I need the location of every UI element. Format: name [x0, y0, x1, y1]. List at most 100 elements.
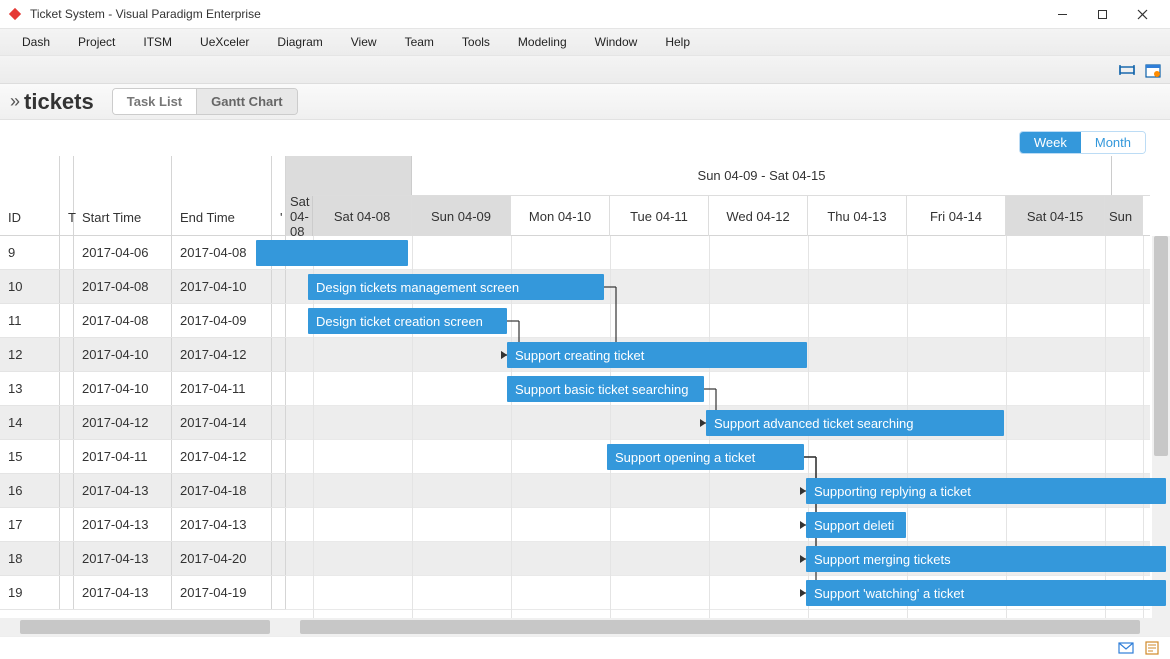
page-title: tickets [24, 89, 94, 115]
cell-end: 2017-04-12 [172, 338, 272, 371]
menu-view[interactable]: View [337, 29, 391, 55]
hscroll-thumb-right[interactable] [300, 620, 1140, 634]
menu-tools[interactable]: Tools [448, 29, 504, 55]
window-title: Ticket System - Visual Paradigm Enterpri… [30, 7, 1042, 21]
cell-id: 13 [0, 372, 60, 405]
menu-window[interactable]: Window [581, 29, 652, 55]
menu-modeling[interactable]: Modeling [504, 29, 581, 55]
hscroll-thumb-left[interactable] [20, 620, 270, 634]
menu-dash[interactable]: Dash [8, 29, 64, 55]
table-row[interactable]: 172017-04-132017-04-13 [0, 508, 286, 542]
window-maximize-button[interactable] [1082, 0, 1122, 28]
cell-t [60, 236, 74, 269]
col-header-start[interactable]: Start Time [74, 156, 172, 235]
cell-end: 2017-04-13 [172, 508, 272, 541]
menu-project[interactable]: Project [64, 29, 129, 55]
next-week-partial [1112, 156, 1150, 195]
app-logo-icon [8, 7, 22, 21]
menu-team[interactable]: Team [391, 29, 448, 55]
cell-t [60, 542, 74, 575]
zoom-toggle: Week Month [1019, 131, 1146, 154]
gantt-bar[interactable]: Support opening a ticket [607, 444, 804, 470]
cell-t [60, 440, 74, 473]
table-row[interactable]: 182017-04-132017-04-20 [0, 542, 286, 576]
toolbar-calendar-icon[interactable] [1144, 61, 1162, 79]
cell-id: 18 [0, 542, 60, 575]
table-row[interactable]: 132017-04-102017-04-11 [0, 372, 286, 406]
gantt-bar[interactable]: Support merging tickets [806, 546, 1166, 572]
table-row[interactable]: 112017-04-082017-04-09 [0, 304, 286, 338]
toolstrip [0, 56, 1170, 84]
cell-id: 15 [0, 440, 60, 473]
cell-gap [272, 406, 286, 439]
zoom-month[interactable]: Month [1081, 132, 1145, 153]
day-header: Fri 04-14 [907, 196, 1006, 236]
note-icon[interactable] [1144, 640, 1160, 656]
tab-gantt-chart[interactable]: Gantt Chart [196, 89, 297, 114]
zoom-row: Week Month [0, 128, 1170, 156]
gantt-bar[interactable]: Support deleti [806, 512, 906, 538]
menu-uexceler[interactable]: UeXceler [186, 29, 263, 55]
col-header-end[interactable]: End Time [172, 156, 272, 235]
gantt-bar[interactable]: Supporting replying a ticket [806, 478, 1166, 504]
menu-diagram[interactable]: Diagram [263, 29, 336, 55]
table-row[interactable]: 162017-04-132017-04-18 [0, 474, 286, 508]
zoom-week[interactable]: Week [1020, 132, 1081, 153]
day-header: Sun 04-09 [412, 196, 511, 236]
cell-id: 9 [0, 236, 60, 269]
cell-t [60, 576, 74, 609]
menubar: Dash Project ITSM UeXceler Diagram View … [0, 28, 1170, 56]
menu-help[interactable]: Help [651, 29, 704, 55]
cell-end: 2017-04-18 [172, 474, 272, 507]
cell-id: 11 [0, 304, 60, 337]
day-header: Thu 04-13 [808, 196, 907, 236]
cell-start: 2017-04-10 [74, 372, 172, 405]
table-row[interactable]: 92017-04-062017-04-08 [0, 236, 286, 270]
cell-id: 12 [0, 338, 60, 371]
cell-end: 2017-04-09 [172, 304, 272, 337]
page-header: » tickets Task List Gantt Chart [0, 84, 1170, 120]
cell-end: 2017-04-14 [172, 406, 272, 439]
cell-t [60, 474, 74, 507]
gantt-bar[interactable]: Support creating ticket [507, 342, 807, 368]
gantt-bar[interactable] [256, 240, 408, 266]
chart-body[interactable]: Design tickets management screen Design t… [286, 236, 1150, 618]
table-row[interactable]: 12 2017-04-102017-04-12 [0, 338, 286, 372]
vertical-scrollbar-thumb[interactable] [1154, 236, 1168, 456]
cell-t [60, 338, 74, 371]
gantt-bar[interactable]: Design ticket creation screen [308, 308, 507, 334]
gantt-bar[interactable]: Support basic ticket searching [507, 376, 704, 402]
cell-start: 2017-04-13 [74, 542, 172, 575]
table-row[interactable]: 192017-04-132017-04-19 [0, 576, 286, 610]
table-row[interactable]: 142017-04-122017-04-14 [0, 406, 286, 440]
gantt-row [286, 236, 1150, 270]
cell-end: 2017-04-12 [172, 440, 272, 473]
gantt-bar[interactable]: Support advanced ticket searching [706, 410, 1004, 436]
menu-itsm[interactable]: ITSM [129, 29, 186, 55]
table-row[interactable]: 152017-04-112017-04-12 [0, 440, 286, 474]
horizontal-scrollbar[interactable] [0, 618, 1170, 636]
toolbar-bracket-icon[interactable] [1118, 61, 1136, 79]
col-header-gap[interactable]: ' [272, 156, 286, 235]
gantt-bar[interactable]: Support 'watching' a ticket [806, 580, 1166, 606]
gantt-bar[interactable]: Design tickets management screen [308, 274, 604, 300]
tab-task-list[interactable]: Task List [113, 89, 196, 114]
mail-icon[interactable] [1118, 640, 1134, 656]
day-header: Sat 04-08 [313, 196, 412, 236]
gantt-area: ID T Start Time End Time ' 92017-04-0620… [0, 156, 1170, 618]
week-range-bar: Sun 04-09 - Sat 04-15 [286, 156, 1150, 196]
day-header: Sun [1105, 196, 1143, 236]
window-close-button[interactable] [1122, 0, 1162, 28]
col-header-t[interactable]: T [60, 156, 74, 235]
cell-gap [272, 508, 286, 541]
statusbar [0, 636, 1170, 658]
cell-start: 2017-04-10 [74, 338, 172, 371]
cell-id: 16 [0, 474, 60, 507]
table-row[interactable]: 102017-04-082017-04-10 [0, 270, 286, 304]
col-header-id[interactable]: ID [0, 156, 60, 235]
window-minimize-button[interactable] [1042, 0, 1082, 28]
week-range-label: Sun 04-09 - Sat 04-15 [412, 156, 1112, 195]
cell-gap [272, 474, 286, 507]
gantt-row [286, 372, 1150, 406]
cell-t [60, 372, 74, 405]
